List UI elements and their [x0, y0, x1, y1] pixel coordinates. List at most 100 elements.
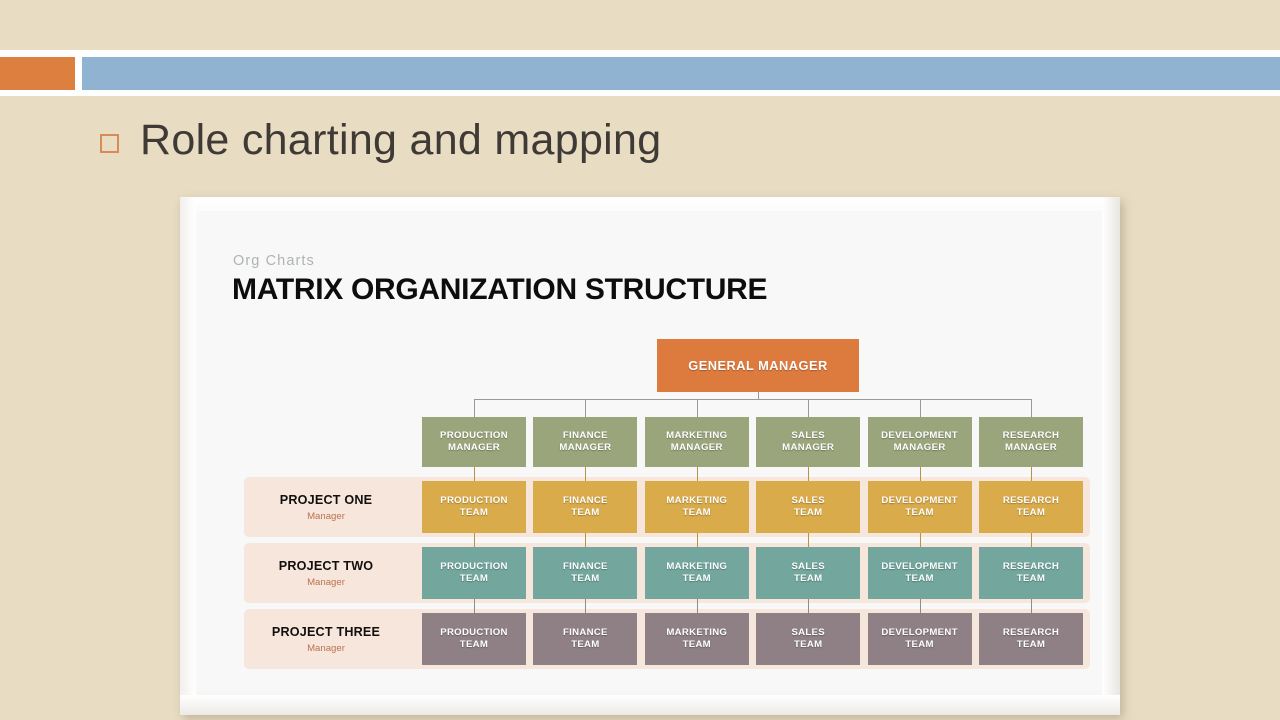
node-line: TEAM [682, 639, 711, 650]
connector-manager-drop [585, 399, 587, 417]
node-team[interactable]: RESEARCH TEAM [979, 481, 1083, 533]
node-team[interactable]: DEVELOPMENT TEAM [867, 613, 972, 665]
node-line: MARKETING [666, 561, 728, 573]
node-line: TEAM [459, 639, 489, 650]
card-bevel-right [1102, 197, 1120, 715]
node-line: TEAM [905, 507, 934, 518]
node-line: TEAM [682, 573, 711, 584]
node-line: TEAM [1016, 639, 1046, 650]
node-line: RESEARCH [1002, 561, 1060, 573]
chart-card: Org Charts MATRIX ORGANIZATION STRUCTURE… [180, 197, 1120, 715]
node-line: TEAM [793, 507, 823, 518]
node-line: SALES [791, 627, 825, 639]
node-team[interactable]: DEVELOPMENT TEAM [867, 547, 972, 599]
node-team[interactable]: MARKETING TEAM [644, 481, 749, 533]
node-manager[interactable]: PRODUCTION MANAGER [422, 417, 526, 467]
project-name: PROJECT ONE [279, 493, 373, 507]
project-row-label: PROJECT THREE Manager [226, 625, 426, 654]
node-manager[interactable]: RESEARCH MANAGER [979, 417, 1083, 467]
node-line: DEVELOPMENT [881, 430, 959, 442]
node-line: RESEARCH [1002, 495, 1060, 507]
node-line: PRODUCTION [440, 430, 508, 442]
node-team[interactable]: SALES TEAM [756, 613, 861, 665]
node-manager[interactable]: MARKETING MANAGER [644, 417, 749, 467]
node-line: TEAM [571, 507, 600, 518]
banner-top-rule [0, 50, 1280, 57]
node-line: TEAM [459, 573, 489, 584]
node-line: TEAM [905, 639, 934, 650]
node-manager[interactable]: FINANCE MANAGER [533, 417, 638, 467]
node-line: MANAGER [893, 442, 946, 453]
node-team[interactable]: PRODUCTION TEAM [422, 481, 526, 533]
card-bevel-left [180, 197, 196, 715]
node-line: TEAM [571, 573, 600, 584]
connector-gm-drop [758, 392, 759, 399]
connector-manager-drop [696, 399, 698, 417]
project-manager-label: Manager [307, 577, 345, 588]
node-line: TEAM [905, 573, 934, 584]
node-line: TEAM [793, 639, 823, 650]
project-name: PROJECT TWO [278, 559, 374, 573]
node-line: FINANCE [563, 561, 608, 573]
node-line: DEVELOPMENT [881, 561, 958, 573]
node-team[interactable]: FINANCE TEAM [533, 547, 638, 599]
node-line: MANAGER [447, 442, 501, 453]
node-line: TEAM [571, 639, 600, 650]
node-team[interactable]: SALES TEAM [756, 481, 861, 533]
node-line: FINANCE [563, 627, 608, 639]
project-row-label: PROJECT TWO Manager [226, 559, 426, 588]
node-team[interactable]: SALES TEAM [756, 547, 861, 599]
node-line: MANAGER [1004, 442, 1058, 453]
node-team[interactable]: DEVELOPMENT TEAM [867, 481, 972, 533]
node-manager[interactable]: SALES MANAGER [756, 417, 861, 467]
node-line: TEAM [793, 573, 823, 584]
node-team[interactable]: MARKETING TEAM [644, 547, 749, 599]
node-team[interactable]: PRODUCTION TEAM [422, 547, 526, 599]
banner-bar [82, 57, 1280, 90]
node-line: PRODUCTION [440, 627, 508, 639]
connector-manager-drop [474, 399, 475, 417]
node-team[interactable]: MARKETING TEAM [644, 613, 749, 665]
node-team[interactable]: PRODUCTION TEAM [422, 613, 526, 665]
connector-bus [474, 399, 1031, 400]
node-line: RESEARCH [1002, 430, 1060, 442]
node-line: TEAM [682, 507, 711, 518]
node-line: MARKETING [666, 495, 728, 507]
project-name: PROJECT THREE [271, 625, 381, 639]
node-line: SALES [791, 495, 825, 507]
card-bevel-bottom [180, 695, 1120, 715]
node-team[interactable]: FINANCE TEAM [533, 481, 638, 533]
node-general-manager[interactable]: GENERAL MANAGER [657, 339, 859, 392]
org-chart: PROJECT ONE Manager PROJECT TWO Manager PROJ… [196, 211, 1102, 691]
node-line: MARKETING [666, 627, 728, 639]
node-line: TEAM [1016, 507, 1046, 518]
node-team[interactable]: RESEARCH TEAM [979, 613, 1083, 665]
node-line: FINANCE [563, 495, 608, 507]
org-chart-canvas: Org Charts MATRIX ORGANIZATION STRUCTURE… [196, 211, 1102, 691]
node-line: TEAM [1016, 573, 1046, 584]
node-line: MARKETING [666, 430, 728, 442]
node-line: FINANCE [562, 430, 608, 442]
node-team[interactable]: RESEARCH TEAM [979, 547, 1083, 599]
connector-manager-drop [1031, 399, 1032, 417]
project-manager-label: Manager [307, 511, 345, 522]
node-line: RESEARCH [1002, 627, 1060, 639]
banner-divider [75, 57, 82, 90]
project-manager-label: Manager [307, 643, 345, 654]
project-row-label: PROJECT ONE Manager [226, 493, 426, 522]
node-line: TEAM [459, 507, 489, 518]
presentation-slide: Role charting and mapping Org Charts MAT… [0, 0, 1280, 720]
node-line: DEVELOPMENT [881, 627, 958, 639]
banner-bottom-rule [0, 90, 1280, 96]
banner-accent-block [0, 57, 75, 90]
node-line: PRODUCTION [440, 495, 508, 507]
node-line: MANAGER [559, 442, 612, 453]
node-line: MANAGER [782, 442, 835, 453]
node-manager[interactable]: DEVELOPMENT MANAGER [867, 417, 972, 467]
node-line: PRODUCTION [440, 561, 508, 573]
connector-manager-drop [919, 399, 921, 417]
node-line: DEVELOPMENT [881, 495, 958, 507]
node-line: SALES [791, 561, 825, 573]
node-team[interactable]: FINANCE TEAM [533, 613, 638, 665]
hollow-square-bullet-icon [100, 134, 119, 153]
